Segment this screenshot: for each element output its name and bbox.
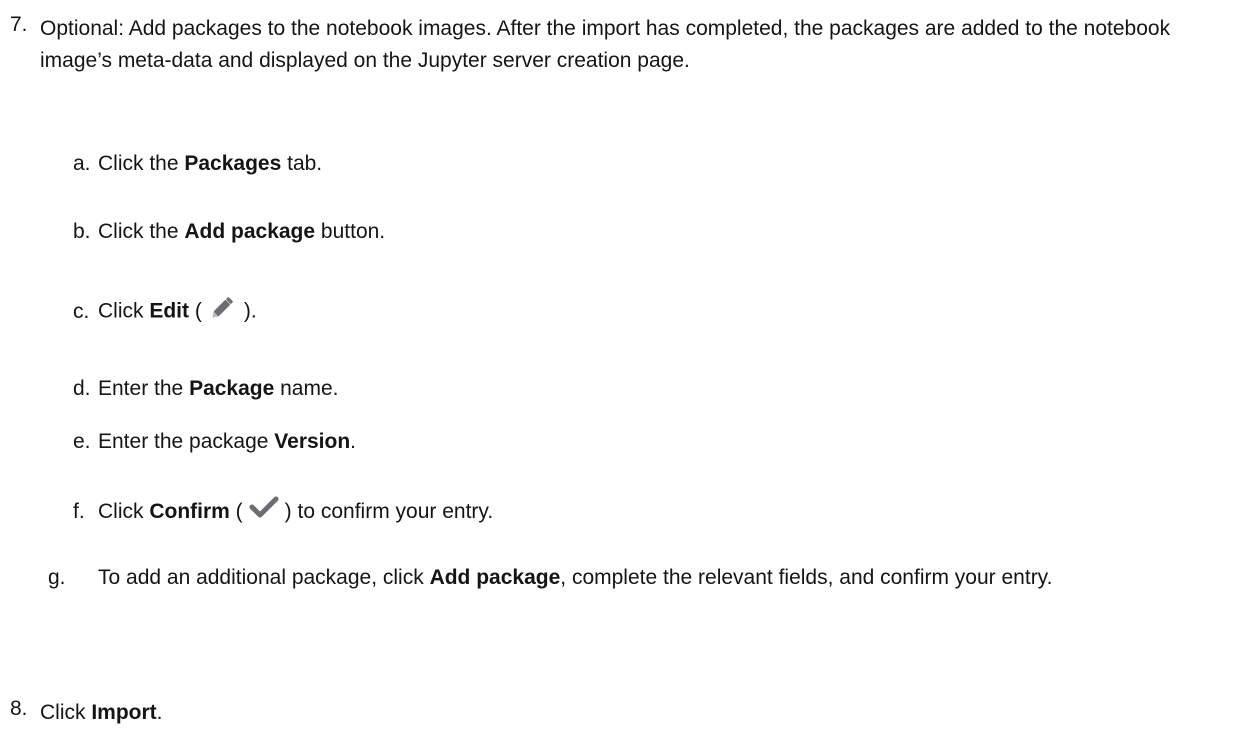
substep-a: a. Click the Packages tab. [73, 148, 1233, 180]
substep-text: , complete the relevant fields, and conf… [560, 566, 1053, 589]
ui-term: Version [274, 430, 351, 453]
ui-term: Edit [149, 299, 190, 323]
substep-c: c. Click Edit (). [73, 292, 1233, 332]
ui-term: Packages [184, 152, 282, 175]
substep-text: Enter the package [98, 430, 275, 453]
substep-text: tab. [281, 152, 323, 175]
ui-term: Add package [429, 566, 561, 589]
substep-text: To add an additional package, click [98, 566, 430, 589]
substep-text: Click [98, 500, 150, 523]
substep-g: g. To add an additional package, click Ad… [48, 562, 1244, 594]
substep-text: ) to confirm your entry. [284, 500, 494, 523]
substep-text: Click the [98, 152, 185, 175]
step-text-part: Click [40, 701, 92, 724]
step-number: 7. [10, 13, 28, 36]
substep-text: ( [189, 299, 202, 323]
step-text-part: . [156, 701, 163, 724]
substep-text: Click the [98, 220, 185, 243]
substep-letter: c. [73, 299, 90, 323]
pencil-icon [208, 292, 238, 332]
substep-letter: g. [48, 566, 66, 589]
checkmark-icon [249, 496, 279, 528]
ui-term: Add package [184, 220, 316, 243]
step-text: Optional: Add packages to the notebook i… [40, 17, 1171, 72]
ui-term: Confirm [149, 500, 230, 523]
substep-letter: a. [73, 152, 91, 175]
substep-letter: b. [73, 220, 91, 243]
substep-text: name. [274, 377, 339, 400]
step-number: 8. [10, 697, 28, 720]
substep-text: ). [243, 299, 257, 323]
substep-text: Click [98, 299, 150, 323]
substep-b: b. Click the Add package button. [73, 216, 1233, 248]
substep-letter: e. [73, 430, 91, 453]
ui-term: Import [91, 701, 157, 724]
step-text: Click Import. [40, 697, 1235, 729]
substep-text: Enter the [98, 377, 190, 400]
substep-text: . [350, 430, 357, 453]
document-page: 7. Optional: Add packages to the noteboo… [0, 0, 1244, 744]
substep-text: ( [229, 500, 243, 523]
substep-e: e. Enter the package Version. [73, 426, 1233, 458]
substep-letter: f. [73, 500, 85, 523]
substep-text: button. [315, 220, 386, 243]
substep-letter: d. [73, 377, 91, 400]
substep-d: d. Enter the Package name. [73, 373, 1233, 405]
substep-f: f. Click Confirm ( ) to confirm your entry… [73, 496, 1233, 528]
ui-term: Package [189, 377, 275, 400]
